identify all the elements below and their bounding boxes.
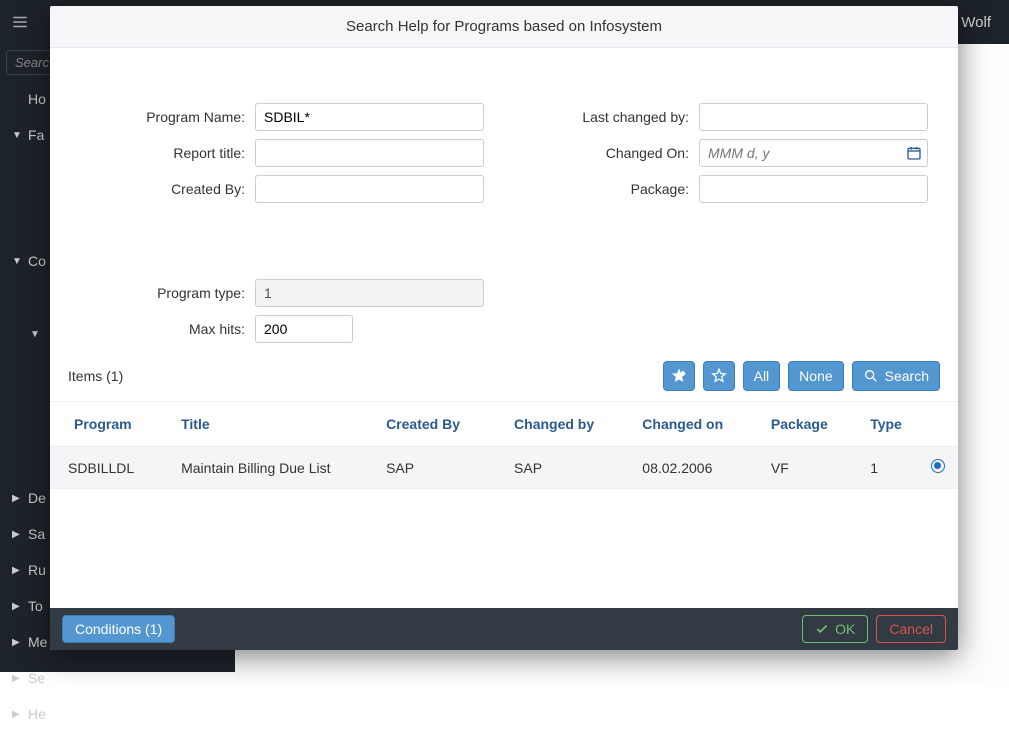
cell-created-by: SAP: [374, 447, 502, 489]
cell-program: SDBILLDL: [50, 447, 169, 489]
hamburger-icon[interactable]: [0, 0, 40, 44]
calendar-icon[interactable]: [906, 145, 922, 161]
input-report-title[interactable]: [255, 139, 484, 167]
label-created-by: Created By:: [80, 181, 255, 197]
col-changed-by[interactable]: Changed by: [502, 402, 630, 447]
label-report-title: Report title:: [80, 145, 255, 161]
cell-changed-by: SAP: [502, 447, 630, 489]
sidebar-item[interactable]: ▶Se: [0, 660, 235, 696]
col-changed-on[interactable]: Changed on: [630, 402, 759, 447]
conditions-button[interactable]: Conditions (1): [62, 615, 175, 643]
input-max-hits[interactable]: [255, 315, 353, 343]
label-max-hits: Max hits:: [80, 321, 255, 337]
select-none-button[interactable]: None: [788, 361, 843, 391]
col-package[interactable]: Package: [759, 402, 858, 447]
input-last-changed-by[interactable]: [699, 103, 928, 131]
cancel-button[interactable]: Cancel: [876, 615, 946, 643]
cell-changed-on: 08.02.2006: [630, 447, 759, 489]
row-radio[interactable]: [931, 459, 945, 473]
cell-type: 1: [858, 447, 918, 489]
label-last-changed-by: Last changed by:: [524, 109, 699, 125]
input-created-by[interactable]: [255, 175, 484, 203]
dialog-title: Search Help for Programs based on Infosy…: [50, 6, 958, 48]
favorite-button[interactable]: [703, 361, 735, 391]
label-program-type: Program type:: [80, 285, 255, 301]
input-program-type: [255, 279, 484, 307]
search-button[interactable]: Search: [852, 361, 940, 391]
ok-button[interactable]: OK: [802, 615, 868, 643]
items-count: Items (1): [68, 368, 123, 384]
select-all-button[interactable]: All: [743, 361, 781, 391]
col-title[interactable]: Title: [169, 402, 374, 447]
sidebar-item[interactable]: ▶He: [0, 696, 235, 732]
input-package[interactable]: [699, 175, 928, 203]
col-created-by[interactable]: Created By: [374, 402, 502, 447]
col-program[interactable]: Program: [50, 402, 169, 447]
input-changed-on[interactable]: [699, 139, 928, 167]
search-form: Program Name: Report title: Created By: …: [50, 48, 958, 351]
search-help-dialog: Search Help for Programs based on Infosy…: [50, 6, 958, 650]
col-type[interactable]: Type: [858, 402, 918, 447]
cell-package: VF: [759, 447, 858, 489]
cell-title: Maintain Billing Due List: [169, 447, 374, 489]
dialog-footer: Conditions (1) OK Cancel: [50, 608, 958, 650]
favorite-add-button[interactable]: [663, 361, 695, 391]
label-changed-on: Changed On:: [524, 145, 699, 161]
label-package: Package:: [524, 181, 699, 197]
input-program-name[interactable]: [255, 103, 484, 131]
results-table: Program Title Created By Changed by Chan…: [50, 402, 958, 489]
table-row[interactable]: SDBILLDL Maintain Billing Due List SAP S…: [50, 447, 958, 489]
label-program-name: Program Name:: [80, 109, 255, 125]
table-header-row: Program Title Created By Changed by Chan…: [50, 402, 958, 447]
